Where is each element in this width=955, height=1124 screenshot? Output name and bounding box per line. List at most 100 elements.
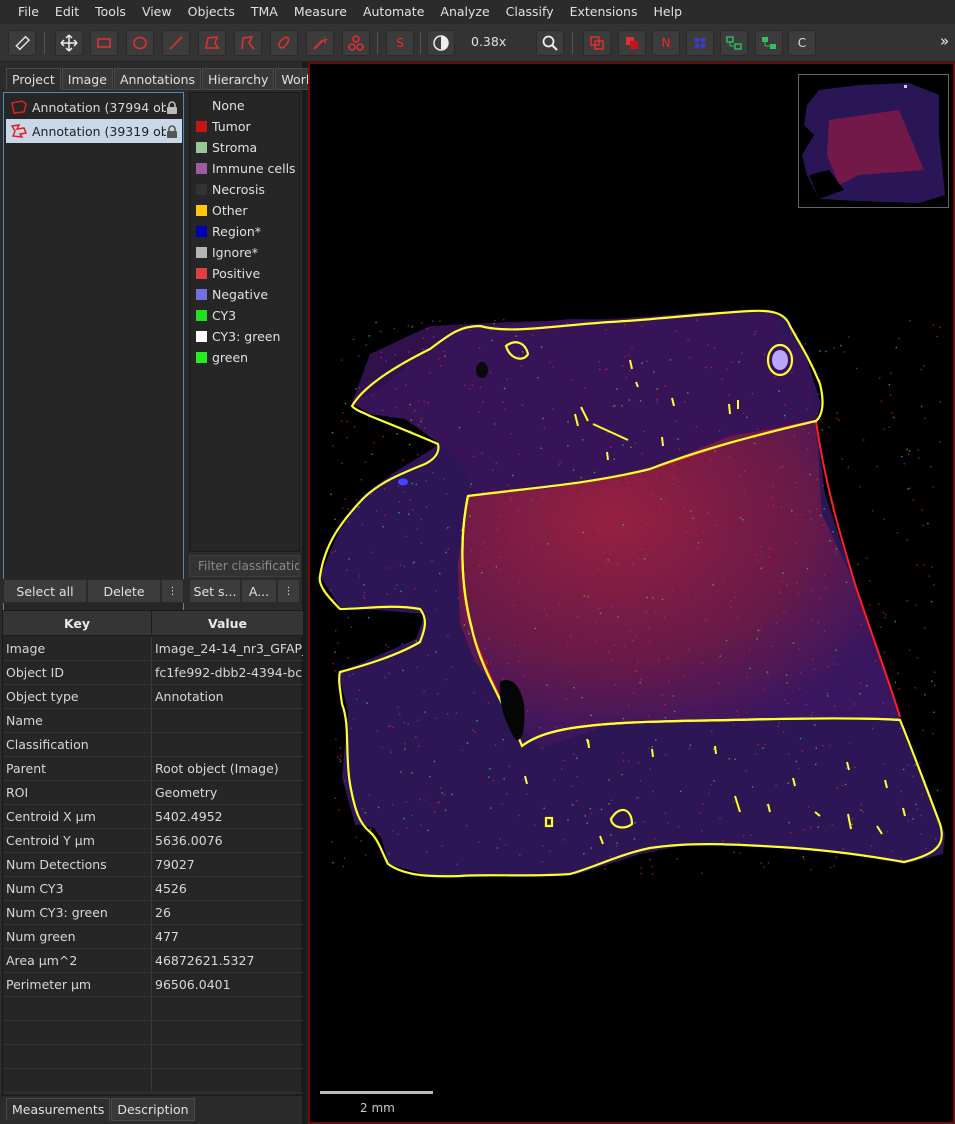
menu-classify[interactable]: Classify — [498, 0, 562, 24]
cell-key: Perimeter µm — [3, 973, 152, 996]
lock-icon — [167, 124, 177, 138]
class-label: green — [212, 350, 249, 365]
class-item-cy3[interactable]: CY3 — [196, 305, 236, 326]
table-row[interactable] — [3, 1069, 303, 1093]
menu-objects[interactable]: Objects — [180, 0, 243, 24]
cell-value: 5636.0076 — [155, 833, 223, 848]
show-tma-grid-button[interactable] — [686, 30, 714, 56]
tab-annotations[interactable]: Annotations — [113, 68, 201, 90]
class-item-none[interactable]: None — [196, 95, 245, 116]
menu-measure[interactable]: Measure — [286, 0, 355, 24]
polyline-tool-button[interactable] — [234, 30, 262, 56]
selection-mode-button[interactable]: S — [386, 30, 414, 56]
classification-more-button[interactable]: ⋮ — [277, 579, 300, 603]
table-row[interactable]: Num CY3: green 26 — [3, 901, 303, 925]
measure-tool-button[interactable] — [8, 30, 36, 56]
class-label: Necrosis — [212, 182, 265, 197]
ellipse-tool-button[interactable] — [126, 30, 154, 56]
class-item-other[interactable]: Other — [196, 200, 248, 221]
table-row[interactable] — [3, 1045, 303, 1069]
table-row[interactable]: Parent Root object (Image) — [3, 757, 303, 781]
class-item-negative[interactable]: Negative — [196, 284, 268, 305]
class-item-region[interactable]: Region* — [196, 221, 261, 242]
tab-description[interactable]: Description — [111, 1098, 195, 1121]
table-row[interactable] — [3, 997, 303, 1021]
image-viewer[interactable]: 2 mm — [308, 62, 955, 1124]
class-color-swatch — [196, 310, 207, 321]
line-tool-button[interactable] — [162, 30, 190, 56]
wand-tool-button[interactable] — [306, 30, 334, 56]
table-row[interactable]: Area µm^2 46872621.5327 — [3, 949, 303, 973]
select-all-button[interactable]: Select all — [3, 579, 87, 603]
class-item-immune-cells[interactable]: Immune cells — [196, 158, 296, 179]
show-names-button[interactable]: N — [652, 30, 680, 56]
table-row[interactable]: ROI Geometry — [3, 781, 303, 805]
menu-tools[interactable]: Tools — [87, 0, 134, 24]
tab-measurements[interactable]: Measurements — [6, 1098, 111, 1121]
menu-help[interactable]: Help — [646, 0, 691, 24]
delete-button[interactable]: Delete — [87, 579, 161, 603]
menu-bar: File Edit Tools View Objects TMA Measure… — [0, 0, 955, 24]
classification-list[interactable]: None Tumor Stroma Immune cells Necrosis Other… — [189, 92, 300, 552]
menu-view[interactable]: View — [134, 0, 180, 24]
table-row[interactable]: Object IDfc1fe992-dbb2-4394-bc2... — [3, 661, 303, 685]
filter-classification-input[interactable]: Filter classification — [189, 555, 300, 577]
table-row[interactable]: Num CY3 4526 — [3, 877, 303, 901]
show-connections-button[interactable]: C — [788, 30, 816, 56]
annotation-more-button[interactable]: ⋮ — [161, 579, 184, 603]
brush-tool-button[interactable] — [270, 30, 298, 56]
class-item-tumor[interactable]: Tumor — [196, 116, 251, 137]
table-row[interactable]: Num green 477 — [3, 925, 303, 949]
annotation-buttons: Select all Delete ⋮ — [3, 579, 184, 603]
show-detections-button[interactable] — [720, 30, 748, 56]
class-item-green[interactable]: green — [196, 347, 248, 368]
header-key[interactable]: Key — [3, 611, 152, 635]
class-item-cy3-green[interactable]: CY3: green — [196, 326, 280, 347]
menu-file[interactable]: File — [10, 0, 47, 24]
annotation-list[interactable]: Annotation (37994 obj... Annotation (393… — [3, 92, 184, 640]
menu-tma[interactable]: TMA — [243, 0, 286, 24]
auto-set-button[interactable]: A... — [241, 579, 277, 603]
list-item[interactable]: Annotation (37994 obj... — [6, 95, 182, 119]
class-item-stroma[interactable]: Stroma — [196, 137, 257, 158]
table-row[interactable]: Centroid X µm 5402.4952 — [3, 805, 303, 829]
table-row[interactable]: Name — [3, 709, 303, 733]
list-item[interactable]: Annotation (39319 obj... — [6, 119, 182, 143]
tab-project[interactable]: Project — [6, 68, 61, 90]
menu-analyze[interactable]: Analyze — [432, 0, 497, 24]
move-tool-button[interactable] — [55, 30, 83, 56]
brightness-contrast-button[interactable] — [427, 30, 455, 56]
overview-thumbnail[interactable] — [798, 74, 949, 208]
table-row[interactable]: Num Detections 79027 — [3, 853, 303, 877]
class-color-swatch — [196, 142, 207, 153]
menu-automate[interactable]: Automate — [355, 0, 432, 24]
slide-image[interactable] — [310, 64, 953, 1122]
fill-annotations-button[interactable] — [618, 30, 646, 56]
header-value[interactable]: Value — [152, 611, 303, 635]
set-selected-button[interactable]: Set s... — [189, 579, 241, 603]
polygon-tool-button[interactable] — [198, 30, 226, 56]
tab-image[interactable]: Image — [61, 68, 113, 90]
fill-detections-button[interactable] — [755, 30, 783, 56]
table-row[interactable]: Centroid Y µm 5636.0076 — [3, 829, 303, 853]
class-item-ignore[interactable]: Ignore* — [196, 242, 258, 263]
rectangle-tool-button[interactable] — [90, 30, 118, 56]
measurement-table[interactable]: Key Value ImageImage_24-14_nr3_GFAP_...O… — [2, 610, 303, 1096]
table-row[interactable]: Classification — [3, 733, 303, 757]
cell-key: Image — [3, 637, 152, 660]
class-item-positive[interactable]: Positive — [196, 263, 260, 284]
table-row[interactable]: Object type Annotation — [3, 685, 303, 709]
table-row[interactable] — [3, 1021, 303, 1045]
table-row[interactable]: ImageImage_24-14_nr3_GFAP_... — [3, 637, 303, 661]
move-icon — [60, 34, 78, 52]
class-item-necrosis[interactable]: Necrosis — [196, 179, 265, 200]
zoom-to-fit-button[interactable] — [536, 30, 564, 56]
points-tool-button[interactable] — [342, 30, 370, 56]
class-label: Region* — [212, 224, 262, 239]
toolbar-overflow-button[interactable]: » — [940, 32, 949, 50]
menu-extensions[interactable]: Extensions — [562, 0, 646, 24]
menu-edit[interactable]: Edit — [47, 0, 87, 24]
table-row[interactable]: Perimeter µm 96506.0401 — [3, 973, 303, 997]
show-annotations-button[interactable] — [583, 30, 611, 56]
tab-hierarchy[interactable]: Hierarchy — [202, 68, 275, 90]
